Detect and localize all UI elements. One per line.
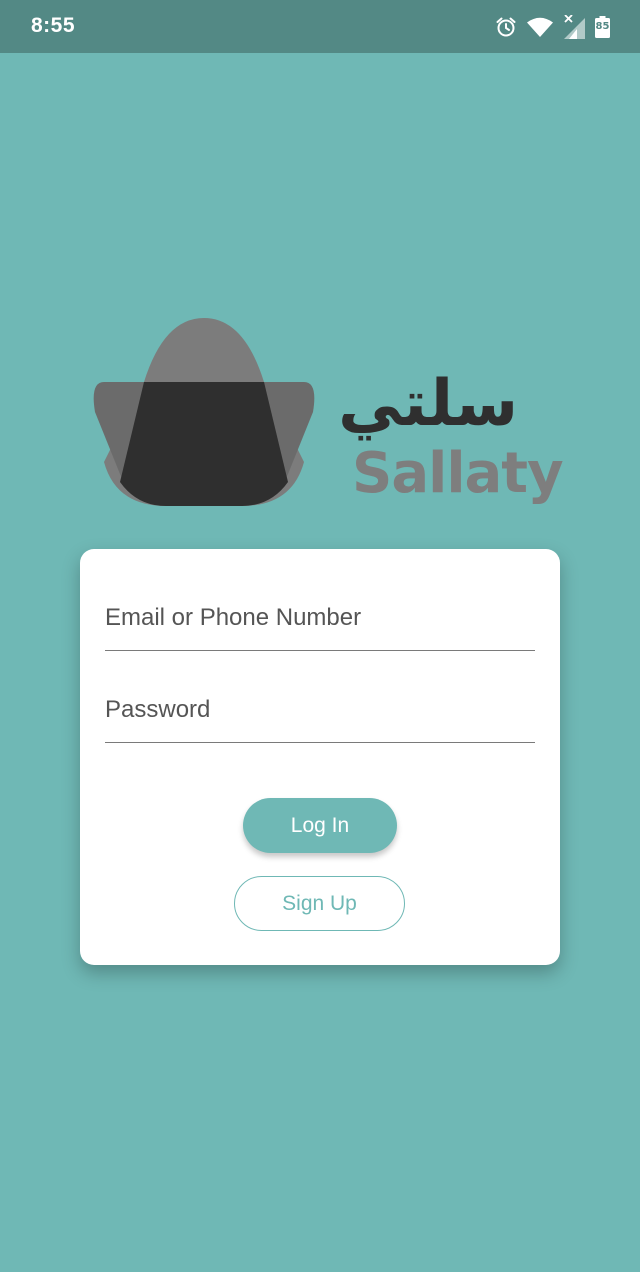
email-input[interactable] [105, 590, 535, 646]
battery-icon: 85 [595, 16, 610, 38]
login-button[interactable]: Log In [243, 798, 397, 853]
status-time: 8:55 [31, 14, 76, 37]
signup-button[interactable]: Sign Up [234, 876, 405, 931]
password-field [105, 682, 535, 743]
logo-latin-name: Sallaty [352, 441, 564, 506]
logo-arabic-name: سلتي [338, 367, 518, 441]
alarm-icon [495, 16, 517, 38]
status-icons: 85 [495, 14, 610, 40]
signal-icon [563, 15, 585, 39]
wifi-icon [527, 17, 553, 37]
password-input[interactable] [105, 682, 535, 738]
login-card: Log In Sign Up [80, 549, 560, 965]
email-field [105, 590, 535, 651]
battery-level: 85 [595, 21, 610, 32]
logo-basket-icon [92, 316, 316, 508]
status-bar: 8:55 85 [0, 0, 640, 53]
